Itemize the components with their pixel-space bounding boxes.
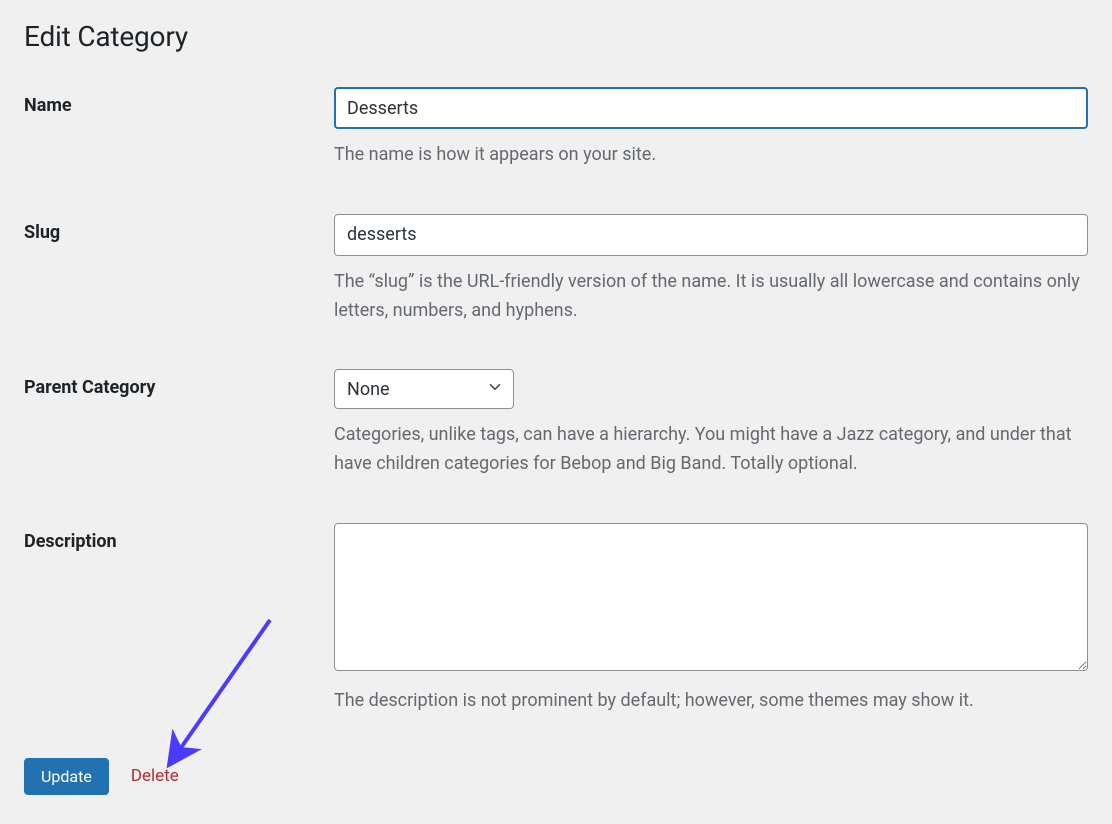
description-textarea[interactable]: [334, 523, 1088, 671]
name-help: The name is how it appears on your site.: [334, 141, 1088, 170]
parent-help: Categories, unlike tags, can have a hier…: [334, 421, 1088, 479]
page-title: Edit Category: [24, 20, 1088, 53]
slug-label: Slug: [24, 222, 60, 243]
description-help: The description is not prominent by defa…: [334, 687, 1088, 716]
name-input[interactable]: [334, 87, 1088, 129]
slug-input[interactable]: [334, 214, 1088, 256]
slug-help: The “slug” is the URL-friendly version o…: [334, 268, 1088, 326]
parent-select[interactable]: None: [334, 369, 514, 409]
parent-label: Parent Category: [24, 377, 155, 398]
update-button[interactable]: Update: [24, 758, 109, 795]
description-label: Description: [24, 531, 117, 552]
delete-link[interactable]: Delete: [131, 766, 179, 786]
name-label: Name: [24, 95, 72, 116]
